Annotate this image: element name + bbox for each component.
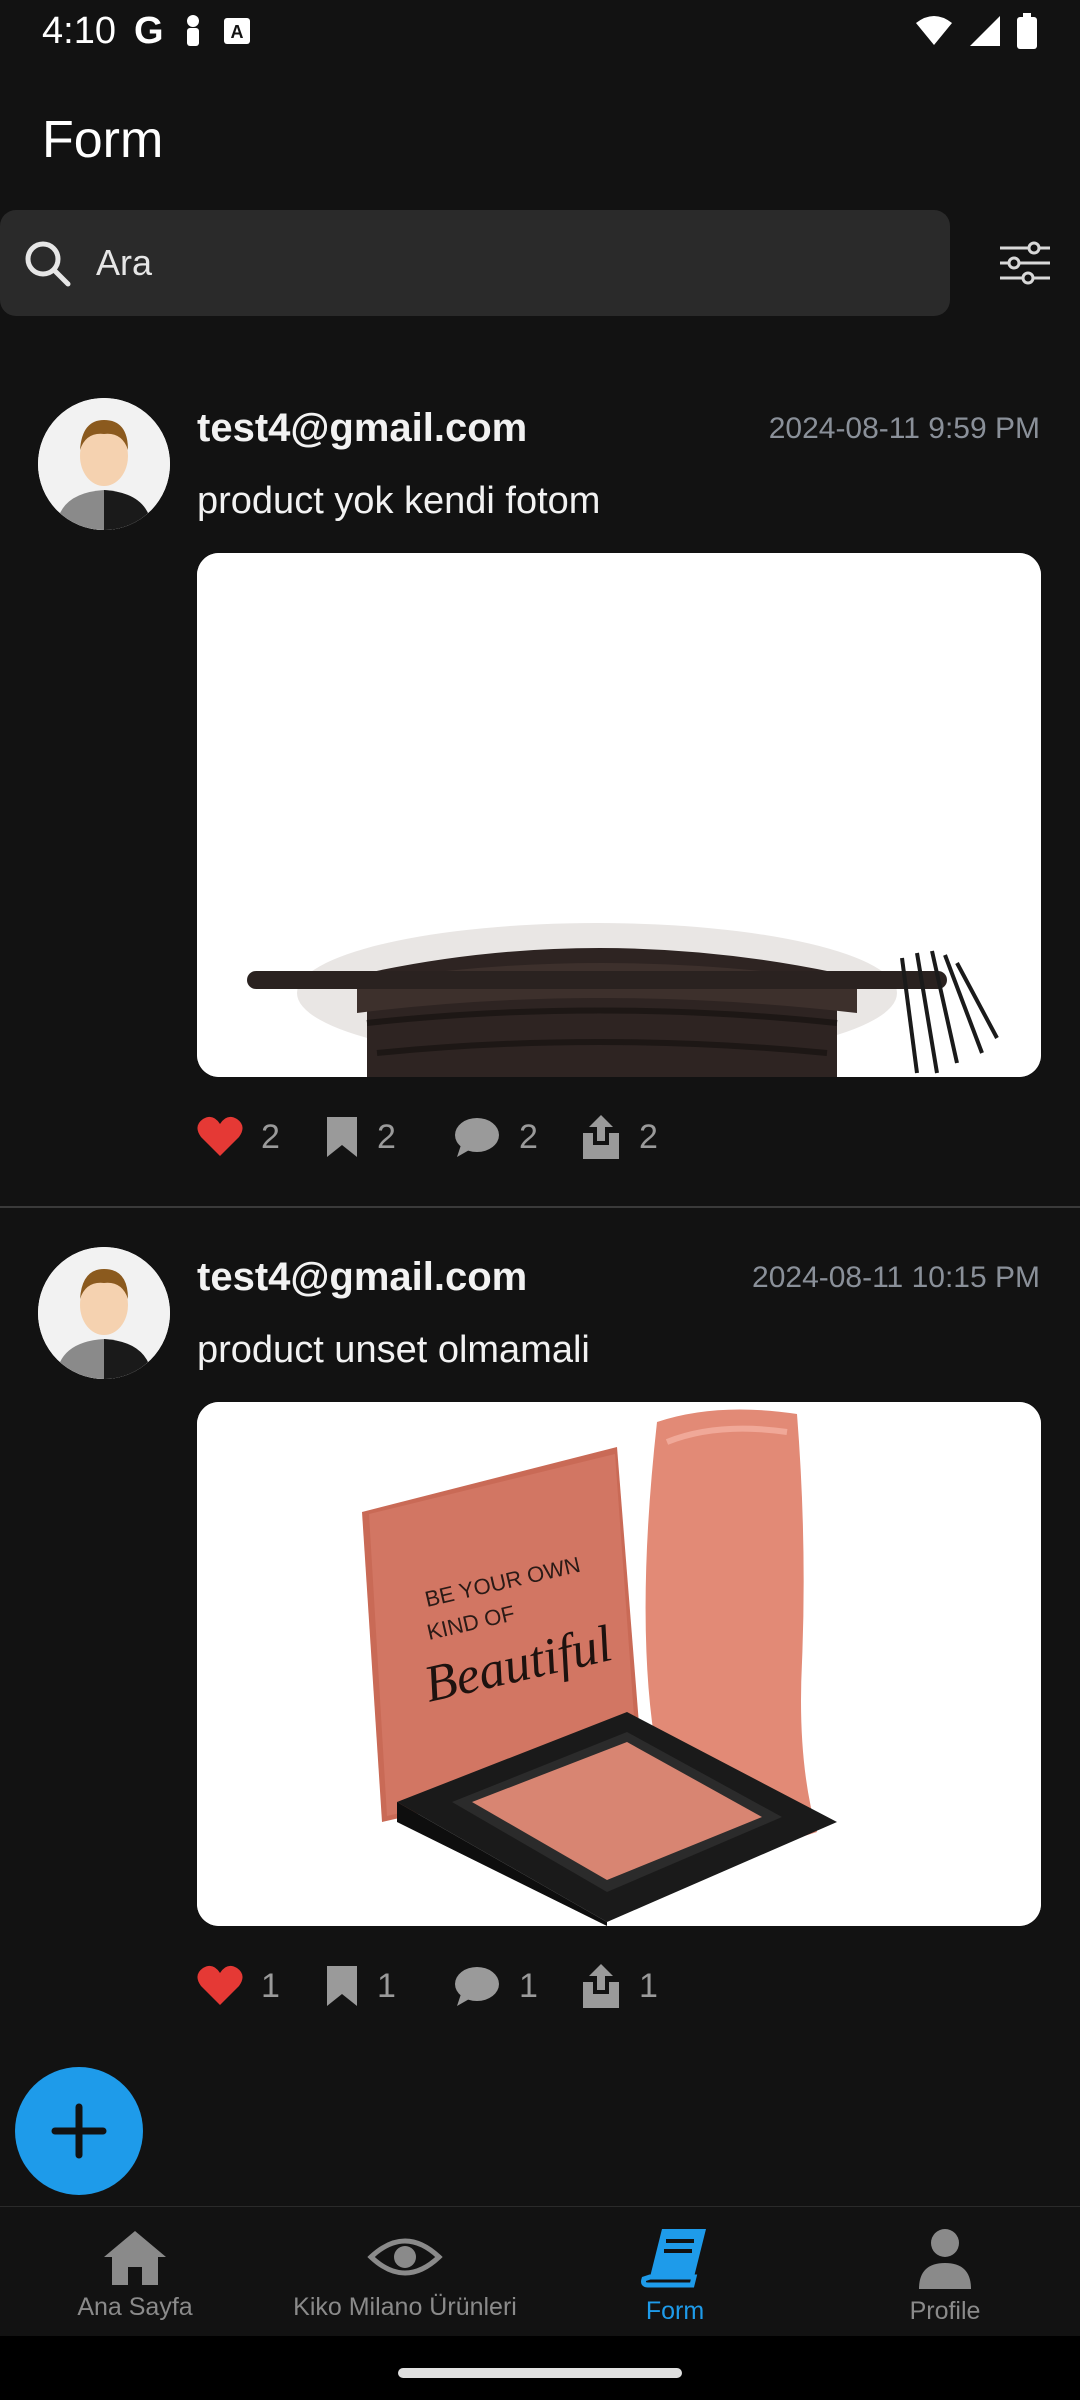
share-button[interactable]: 2: [581, 1115, 709, 1159]
bookmark-count: 1: [377, 1966, 396, 2005]
filter-button[interactable]: [990, 230, 1060, 296]
like-count: 1: [261, 1966, 280, 2005]
search-row: [0, 210, 1080, 316]
nav-label: Kiko Milano Ürünleri: [293, 2293, 517, 2321]
eye-icon: [367, 2238, 443, 2276]
comment-button[interactable]: 2: [453, 1115, 581, 1159]
home-icon: [104, 2231, 166, 2285]
post-text: product yok kendi fotom: [197, 480, 601, 522]
avatar[interactable]: [38, 1247, 170, 1379]
bookmark-button[interactable]: 2: [325, 1115, 453, 1159]
system-nav-bar: [0, 2336, 1080, 2400]
status-time: 4:10: [42, 9, 116, 52]
home-indicator[interactable]: [398, 2368, 682, 2378]
nav-label: Profile: [909, 2297, 981, 2325]
like-button[interactable]: 2: [197, 1116, 325, 1158]
google-icon: G: [133, 9, 164, 52]
heart-icon: [197, 1965, 243, 2005]
post-timestamp: 2024-08-11 9:59 PM: [768, 412, 1040, 445]
post-actions: 2 2 2 2: [197, 1107, 709, 1167]
bookmark-button[interactable]: 1: [325, 1964, 453, 2008]
bookmark-icon: [327, 1966, 357, 2006]
comment-count: 1: [519, 1966, 538, 2005]
share-count: 1: [639, 1966, 658, 2005]
wifi-icon: [916, 16, 952, 45]
nav-label: Form: [645, 2297, 705, 2325]
post-actions: 1 1 1 1: [197, 1956, 709, 2016]
svg-text:A: A: [230, 22, 243, 42]
post-text: product unset olmamali: [197, 1329, 590, 1371]
nav-item-form[interactable]: Form: [540, 2207, 810, 2337]
post-author[interactable]: test4@gmail.com: [197, 1255, 527, 1300]
bookmark-count: 2: [377, 1117, 396, 1156]
share-count: 2: [639, 1117, 658, 1156]
bookmark-icon: [327, 1117, 357, 1157]
search-input[interactable]: [96, 242, 916, 284]
heart-icon: [197, 1116, 243, 1156]
search-bar[interactable]: [0, 210, 950, 316]
comment-icon: [455, 1118, 499, 1157]
add-post-button[interactable]: [15, 2067, 143, 2195]
nav-item-kiko-milano[interactable]: Kiko Milano Ürünleri: [270, 2207, 540, 2337]
share-icon: [583, 1115, 619, 1159]
sliders-icon: [1000, 241, 1050, 285]
post-image[interactable]: [197, 553, 1041, 1077]
like-count: 2: [261, 1117, 280, 1156]
person-icon: [919, 2229, 971, 2289]
post-image[interactable]: BE YOUR OWN KIND OF Beautiful: [197, 1402, 1041, 1926]
search-icon: [25, 241, 71, 287]
status-bar: 4:10 G A: [0, 0, 1080, 62]
nav-item-profile[interactable]: Profile: [810, 2207, 1080, 2337]
like-button[interactable]: 1: [197, 1965, 325, 2007]
post-timestamp: 2024-08-11 10:15 PM: [752, 1261, 1040, 1294]
nav-label: Ana Sayfa: [77, 2293, 193, 2321]
avatar[interactable]: [38, 398, 170, 530]
bottom-nav: Ana Sayfa Kiko Milano Ürünleri Form Prof…: [0, 2206, 1080, 2336]
comment-count: 2: [519, 1117, 538, 1156]
plus-icon: [51, 2103, 107, 2159]
share-icon: [583, 1964, 619, 2008]
comment-icon: [455, 1967, 499, 2006]
share-button[interactable]: 1: [581, 1964, 709, 2008]
accessibility-icon: A: [223, 18, 250, 44]
page-title: Form: [42, 111, 164, 169]
comment-button[interactable]: 1: [453, 1964, 581, 2008]
signal-icon: [970, 16, 1000, 46]
battery-icon: [1017, 13, 1037, 49]
book-icon: [641, 2229, 706, 2288]
nav-item-ana-sayfa[interactable]: Ana Sayfa: [0, 2207, 270, 2337]
notification-icon: [186, 15, 199, 46]
post-author[interactable]: test4@gmail.com: [197, 406, 527, 451]
post-divider: [0, 1206, 1080, 1208]
